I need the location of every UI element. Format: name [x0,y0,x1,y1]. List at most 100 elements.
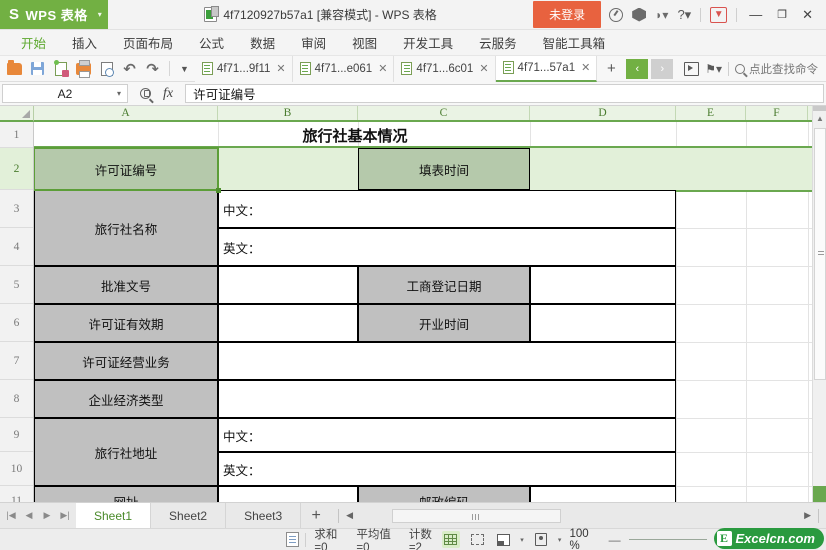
cell-b10[interactable]: 英文： [218,452,676,486]
sheet-nav-first-icon[interactable]: |◀ [3,506,19,526]
document-tab-2[interactable]: 4f71...6c01 ✕ [394,55,496,82]
cell-b5[interactable] [218,266,358,304]
row-header-6[interactable]: 6 [0,304,33,342]
row-header-8[interactable]: 8 [0,380,33,418]
cell-b7[interactable] [218,342,676,380]
new-document-tab-button[interactable]: + [599,60,623,77]
statistics-icon[interactable] [286,532,299,547]
chevron-down-icon[interactable]: ▾ [117,89,121,98]
help-icon[interactable]: ?▾ [677,8,691,21]
normal-view-icon[interactable] [441,531,460,548]
dropbox-icon[interactable]: ◗▾ [655,9,668,21]
zoom-out-button[interactable]: — [609,533,621,547]
hscroll-right-button[interactable]: ▶ [801,510,814,521]
document-tab-1[interactable]: 4f71...e061 ✕ [292,55,395,82]
menu-item-0[interactable]: 开始 [8,29,59,56]
row-header-11[interactable]: 11 [0,486,33,502]
close-icon[interactable]: ✕ [581,61,590,74]
cell-c6[interactable]: 开业时间 [358,304,530,342]
cell-b8[interactable] [218,380,676,418]
scroll-up-button[interactable]: ▲ [813,111,826,125]
tab-nav-prev-button[interactable]: ‹ [626,58,649,79]
open-icon[interactable] [4,59,25,79]
row-header-2[interactable]: 2 [0,148,33,190]
cell-b4[interactable]: 英文： [218,228,676,266]
close-button[interactable]: ✕ [799,7,816,23]
tab-nav-next-button[interactable]: › [651,58,674,79]
wps-app-logo[interactable]: S WPS 表格 ▾ [0,0,108,29]
page-layout-icon[interactable] [494,531,512,548]
cell-a3[interactable]: 旅行社名称 [34,190,218,266]
column-header-B[interactable]: B [218,106,358,120]
command-search-input[interactable]: 点此查找命令 [735,61,818,77]
cell-d5[interactable] [530,266,676,304]
cell-a5[interactable]: 批准文号 [34,266,218,304]
sheet-tab-sheet3[interactable]: Sheet3 [226,503,302,528]
cell-c2[interactable]: 填表时间 [358,148,530,190]
save-icon[interactable] [27,59,48,79]
cell-a8[interactable]: 企业经济类型 [34,380,218,418]
download-icon[interactable]: ▼ [710,6,728,23]
menu-item-9[interactable]: 智能工具箱 [530,29,619,56]
cell-b9[interactable]: 中文： [218,418,676,452]
row-header-4[interactable]: 4 [0,228,33,266]
cell-b3[interactable]: 中文： [218,190,676,228]
cell-a9[interactable]: 旅行社地址 [34,418,218,486]
cell-a6[interactable]: 许可证有效期 [34,304,218,342]
redo-icon[interactable]: ↷ [142,59,163,79]
menu-item-6[interactable]: 视图 [339,29,390,56]
sheet-nav-prev-icon[interactable]: ◀ [21,506,37,526]
undo-icon[interactable]: ↶ [119,59,140,79]
fx-icon[interactable]: fx [163,86,173,102]
login-button[interactable]: 未登录 [533,1,602,28]
name-box[interactable]: A2 ▾ [2,84,128,103]
sheet-tab-sheet1[interactable]: Sheet1 [76,503,152,528]
hscroll-left-button[interactable]: ◀ [343,510,356,521]
column-header-C[interactable]: C [358,106,530,120]
menu-item-8[interactable]: 云服务 [466,29,530,56]
select-all-corner[interactable] [0,106,34,122]
formula-input[interactable]: 许可证编号 [185,84,824,103]
cell-d6[interactable] [530,304,676,342]
chevron-down-icon[interactable]: ▾ [98,10,103,19]
print-preview-icon[interactable] [96,59,117,79]
menu-item-1[interactable]: 插入 [59,29,110,56]
column-header-D[interactable]: D [530,106,676,120]
vertical-scroll-thumb[interactable] [814,128,826,380]
close-icon[interactable]: ✕ [378,62,387,75]
menu-item-4[interactable]: 数据 [237,29,288,56]
column-header-F[interactable]: F [746,106,808,120]
cell-d2[interactable] [530,148,676,190]
hexagon-icon[interactable] [632,7,647,22]
sheet-nav-last-icon[interactable]: ▶| [57,506,73,526]
zoom-slider[interactable] [628,539,707,540]
menu-item-5[interactable]: 审阅 [288,29,339,56]
menu-item-2[interactable]: 页面布局 [110,29,186,56]
flag-dropdown-icon[interactable]: ⚑▾ [705,62,722,76]
menu-item-7[interactable]: 开发工具 [390,29,466,56]
cell-c11[interactable]: 邮政编码 [358,486,530,502]
cell-a7[interactable]: 许可证经营业务 [34,342,218,380]
reading-layout-dropdown-icon[interactable]: ▾ [558,536,562,544]
page-break-view-icon[interactable] [468,531,486,548]
cell-a2[interactable]: 许可证编号 [34,148,218,190]
document-tab-3[interactable]: 4f71...57a1 ✕ [495,55,598,82]
cell-b11[interactable] [218,486,358,502]
horizontal-scrollbar[interactable] [356,508,802,523]
row-header-3[interactable]: 3 [0,190,33,228]
page-layout-dropdown-icon[interactable]: ▾ [520,536,524,544]
add-sheet-button[interactable]: + [301,503,331,528]
cell-c5[interactable]: 工商登记日期 [358,266,530,304]
vertical-scrollbar[interactable]: ▲ [812,106,826,502]
sheet-tab-sheet2[interactable]: Sheet2 [151,503,227,528]
cell-b2[interactable] [218,148,358,190]
row-header-9[interactable]: 9 [0,418,33,452]
horizontal-scroll-thumb[interactable] [391,508,561,523]
maximize-button[interactable]: ❐ [774,8,790,21]
cell-a1-title[interactable]: 旅行社基本情况 [34,122,676,148]
toolbar-more-icon[interactable]: ▼ [176,64,193,74]
minimize-button[interactable]: — [746,7,765,22]
new-from-template-icon[interactable] [50,59,71,79]
row-header-10[interactable]: 10 [0,452,33,486]
reading-layout-icon[interactable] [532,531,550,548]
